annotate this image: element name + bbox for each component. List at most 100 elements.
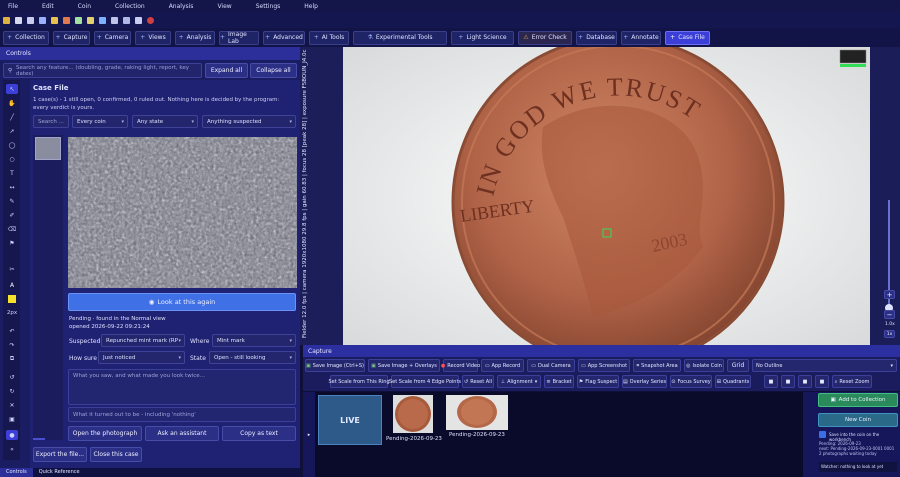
- tab-collection[interactable]: + Collection: [3, 30, 49, 45]
- collapse-all-button[interactable]: Collapse all: [250, 63, 297, 78]
- arrow-icon[interactable]: ➚: [6, 126, 18, 136]
- menu-collection[interactable]: Collection: [115, 3, 145, 10]
- menu-edit[interactable]: Edit: [42, 3, 54, 10]
- clear-icon[interactable]: ✕: [6, 400, 18, 410]
- where-select[interactable]: Mint mark ▾: [212, 334, 296, 347]
- app-record-button[interactable]: ▭ App Record: [481, 359, 524, 372]
- capture-thumb-2[interactable]: [446, 395, 508, 430]
- forward-icon[interactable]: ↻: [6, 386, 18, 396]
- add-to-collection-button[interactable]: ▣ Add to Collection: [818, 393, 898, 407]
- star-icon[interactable]: [51, 16, 58, 24]
- tab-experimental-tools[interactable]: ⚗ Experimental Tools: [353, 30, 447, 45]
- case-list-scroll[interactable]: [33, 135, 63, 440]
- tab-camera[interactable]: + Camera: [94, 30, 131, 45]
- open-photograph-button[interactable]: Open the photograph: [68, 426, 142, 441]
- reset-all-button[interactable]: ↺ Reset All: [462, 375, 494, 388]
- scissors-icon[interactable]: ✂: [6, 264, 18, 274]
- menu-analysis[interactable]: Analysis: [169, 3, 194, 10]
- tab-error-check[interactable]: ⚠ Error Check: [518, 30, 572, 45]
- tab-case-file[interactable]: + Case File: [665, 30, 710, 45]
- snapshot-area-button[interactable]: ⌗ Snapshot Area: [633, 359, 681, 372]
- quadrant-3-button[interactable]: ■: [798, 375, 812, 388]
- menu-view[interactable]: View: [217, 3, 231, 10]
- new-coin-button[interactable]: New Coin: [818, 413, 898, 427]
- save-image-button[interactable]: ▣ Save Image (Ctrl+S): [305, 359, 365, 372]
- tab-capture[interactable]: + Capture: [53, 30, 90, 45]
- quadrant-4-button[interactable]: ■: [815, 375, 829, 388]
- feature-search-input[interactable]: ⚲ Search any feature... (doubling, grade…: [3, 63, 202, 78]
- redo-icon[interactable]: ↷: [6, 340, 18, 350]
- fit-button[interactable]: 1x: [884, 330, 895, 338]
- how-sure-select[interactable]: Just noticed ▾: [98, 351, 185, 364]
- record-video-button[interactable]: ● Record Video: [441, 359, 480, 372]
- save-tool-icon[interactable]: ▣: [6, 414, 18, 424]
- tab-advanced[interactable]: + Advanced: [263, 30, 305, 45]
- flag-suspect-button[interactable]: ⚑ Flag Suspect: [577, 375, 619, 388]
- bottom-tab-quick-reference[interactable]: Quick Reference: [33, 468, 86, 477]
- menu-coin[interactable]: Coin: [78, 3, 91, 10]
- suspected-select[interactable]: Repunched mint mark (RP ▾: [101, 334, 185, 347]
- tab-analysis[interactable]: + Analysis: [175, 30, 215, 45]
- menu-settings[interactable]: Settings: [256, 3, 281, 10]
- eraser-icon[interactable]: ⌫: [6, 224, 18, 234]
- brush-size-label[interactable]: 2px: [6, 308, 18, 318]
- print-icon[interactable]: [111, 16, 118, 24]
- minimap[interactable]: [839, 49, 867, 64]
- isolate-coin-button[interactable]: ◎ Isolate Coin: [684, 359, 724, 372]
- focus-survey-button[interactable]: ⊙ Focus Survey: [670, 375, 712, 388]
- quadrants-button[interactable]: ⊞ Quadrants: [715, 375, 751, 388]
- save-image-overlays-button[interactable]: ▣ Save Image + Overlays: [368, 359, 440, 372]
- camera-icon[interactable]: [39, 16, 46, 24]
- color-swatch-icon[interactable]: [6, 294, 18, 304]
- workbench-checkbox[interactable]: [819, 431, 826, 438]
- tab-database[interactable]: + Database: [576, 30, 617, 45]
- case-list-scrollbar[interactable]: [33, 438, 45, 440]
- menu-help[interactable]: Help: [304, 3, 318, 10]
- bottom-tab-controls[interactable]: Controls: [0, 468, 33, 477]
- case-photo[interactable]: [68, 137, 297, 288]
- state-select[interactable]: Open - still looking ▾: [209, 351, 296, 364]
- case-search-input[interactable]: Search ...: [33, 115, 69, 128]
- copy-tool-icon[interactable]: ⧉: [6, 354, 18, 364]
- notes-textarea[interactable]: What you saw, and what made you look twi…: [68, 369, 296, 405]
- bracket-button[interactable]: ≡ Bracket: [544, 375, 574, 388]
- new-file-icon[interactable]: [15, 16, 22, 24]
- look-again-button[interactable]: ◉ Look at this again: [68, 293, 296, 311]
- pen-icon[interactable]: ✎: [6, 196, 18, 206]
- folder-icon[interactable]: [87, 16, 94, 24]
- outcome-input[interactable]: What it turned out to be - including 'no…: [68, 407, 296, 422]
- tab-image-lab[interactable]: + Image Lab: [219, 30, 259, 45]
- coin-icon[interactable]: [63, 16, 70, 24]
- undo-icon[interactable]: ↶: [6, 326, 18, 336]
- reset-zoom-button[interactable]: ⌕ Reset Zoom: [832, 375, 872, 388]
- image-icon[interactable]: [99, 16, 106, 24]
- copy-icon[interactable]: [135, 16, 142, 24]
- quadrant-1-button[interactable]: ■: [764, 375, 778, 388]
- line-icon[interactable]: ╱: [6, 112, 18, 122]
- ask-assistant-button[interactable]: Ask an assistant: [145, 426, 219, 441]
- circle-icon[interactable]: ○: [6, 154, 18, 164]
- export-file-button[interactable]: Export the file...: [33, 447, 87, 462]
- suspect-filter-select[interactable]: Anything suspected ▾: [202, 115, 296, 128]
- quadrant-2-button[interactable]: ■: [781, 375, 795, 388]
- capture-thumb-1[interactable]: [393, 395, 433, 433]
- help-icon[interactable]: [147, 16, 154, 24]
- tab-annotate[interactable]: + Annotate: [621, 30, 661, 45]
- set-scale-edges-button[interactable]: Set Scale from 4 Edge Points: [389, 375, 461, 388]
- coin-live-image[interactable]: IN GOD WE TRUST LIBERTY 2003: [343, 47, 870, 345]
- outline-select[interactable]: No Outline ▾: [752, 359, 897, 372]
- tab-views[interactable]: + Views: [135, 30, 171, 45]
- tab-light-science[interactable]: + Light Science: [451, 30, 514, 45]
- text-icon[interactable]: T: [6, 168, 18, 178]
- expand-all-button[interactable]: Expand all: [205, 63, 248, 78]
- ellipse-icon[interactable]: ◯: [6, 140, 18, 150]
- case-thumbnail[interactable]: [35, 137, 61, 160]
- overlay-series-button[interactable]: ▤ Overlay Series: [622, 375, 667, 388]
- set-scale-ring-button[interactable]: Set Scale from This Ring: [328, 375, 390, 388]
- strip-scroll-left[interactable]: ▸: [303, 392, 315, 477]
- active-tool-icon[interactable]: ●: [6, 430, 18, 440]
- save-icon[interactable]: [27, 16, 34, 24]
- state-filter-select[interactable]: Any state ▾: [132, 115, 198, 128]
- open-folder-icon[interactable]: [3, 16, 10, 24]
- marker-icon[interactable]: ✐: [6, 210, 18, 220]
